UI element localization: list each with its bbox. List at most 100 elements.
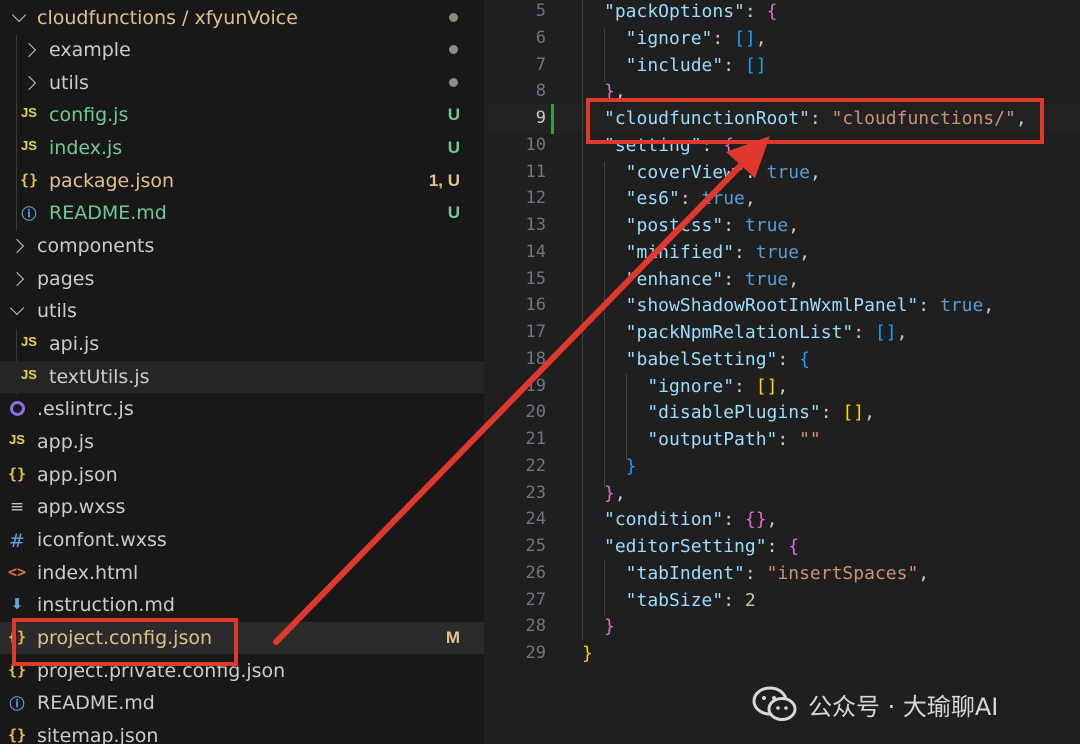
code-line: "ignore": [],: [604, 28, 767, 49]
javascript-file-icon: JS: [21, 105, 37, 120]
code-token: []: [874, 322, 897, 343]
chevron-right-icon: [9, 238, 25, 254]
code-line: "outputPath": "": [604, 429, 821, 450]
code-token: ,: [755, 27, 767, 49]
tree-item-utils[interactable]: utils: [0, 295, 484, 327]
code-token: :: [734, 241, 756, 263]
tree-item-index-html[interactable]: <> index.html: [0, 557, 484, 589]
tree-item-label: .eslintrc.js: [37, 398, 134, 420]
code-token: :: [766, 536, 789, 557]
tree-item-app-json[interactable]: {} app.json: [0, 459, 484, 491]
code-line: "condition": {},: [604, 509, 777, 530]
git-status-badge: U: [447, 138, 460, 157]
code-token: ,: [614, 482, 626, 504]
tree-item-label: index.html: [37, 562, 139, 584]
code-token: :: [723, 589, 745, 611]
line-number: 14: [525, 241, 546, 262]
tree-item-readme-md[interactable]: ⓘ README.md: [0, 687, 484, 719]
code-token: "enhance": [604, 268, 724, 290]
tree-item-components[interactable]: components: [0, 230, 484, 262]
tree-item-api-js[interactable]: JS api.js: [0, 328, 484, 360]
tree-item-label: README.md: [37, 692, 155, 714]
info-icon: ⓘ: [21, 205, 37, 223]
info-icon: ⓘ: [9, 695, 25, 713]
tree-item-config-js[interactable]: JS config.js U: [0, 99, 484, 131]
code-token: "": [799, 429, 821, 450]
tree-item-readme-md[interactable]: ⓘ README.md U: [0, 197, 484, 229]
tree-item-pages[interactable]: pages: [0, 263, 484, 295]
tree-item-label: utils: [49, 72, 89, 94]
tree-item-label: example: [49, 39, 131, 61]
json-file-icon: {}: [7, 726, 27, 744]
line-number: 18: [525, 348, 546, 369]
code-line: "disablePlugins": [],: [604, 402, 875, 423]
line-number: 5: [535, 1, 546, 21]
line-number: 19: [525, 375, 546, 396]
code-token: {: [799, 348, 810, 370]
code-line: },: [604, 483, 626, 504]
code-token: []: [842, 402, 865, 424]
tree-item-example[interactable]: example: [0, 34, 484, 66]
code-line: "packNpmRelationList": [],: [604, 322, 908, 343]
code-token: "outputPath": [604, 429, 778, 450]
code-line: }: [604, 616, 615, 637]
tree-item-label: cloudfunctions / xfyunVoice: [37, 7, 298, 29]
code-token: "condition": [604, 509, 724, 531]
code-token: true: [766, 161, 810, 183]
modified-line-marker: [551, 104, 554, 134]
tree-item-label: components: [37, 235, 155, 257]
code-token: ,: [766, 509, 778, 531]
code-token: :: [679, 188, 702, 210]
tree-item-package-json[interactable]: {} package.json 1, U: [0, 165, 484, 197]
wechat-icon: [752, 686, 797, 721]
tree-item-label: app.json: [37, 464, 118, 486]
tree-item-cloudfunctions-xfyunvoice[interactable]: cloudfunctions / xfyunVoice: [0, 2, 484, 34]
tree-item-label: api.js: [49, 333, 100, 355]
tree-item-eslintrc-js[interactable]: .eslintrc.js: [0, 393, 484, 425]
code-token: 2: [744, 589, 756, 611]
json-file-icon: {}: [19, 171, 39, 189]
tree-item-utils[interactable]: utils: [0, 67, 484, 99]
tree-item-label: pages: [37, 268, 95, 290]
code-token: "minified": [604, 241, 735, 263]
line-number: 15: [525, 268, 546, 289]
tree-item-label: config.js: [49, 104, 129, 126]
tree-item-index-js[interactable]: JS index.js U: [0, 132, 484, 164]
line-number: 22: [525, 455, 546, 476]
tree-item-sitemap-json[interactable]: {} sitemap.json: [0, 720, 484, 744]
chevron-right-icon: [21, 42, 37, 58]
code-token: ,: [788, 215, 800, 236]
code-token: true: [755, 241, 800, 263]
tree-item-app-js[interactable]: JS app.js: [0, 426, 484, 458]
code-line: "postcss": true,: [604, 215, 799, 236]
line-number: 11: [525, 161, 546, 182]
git-status-badge: 1, U: [428, 171, 460, 190]
tree-item-iconfont-wxss[interactable]: # iconfont.wxss: [0, 524, 484, 556]
tree-item-instruction-md[interactable]: ⬇ instruction.md: [0, 589, 484, 621]
indent-guide: [582, 0, 583, 640]
chevron-down-icon: [11, 7, 27, 23]
code-token: "showShadowRootInWxmlPanel": [604, 295, 919, 317]
modified-dot-indicator: [449, 45, 458, 54]
tree-item-label: package.json: [49, 170, 175, 192]
code-token: :: [777, 348, 800, 370]
line-number: 20: [525, 402, 546, 423]
code-token: "babelSetting": [604, 348, 778, 370]
code-token: {}: [744, 509, 767, 531]
tree-item-label: README.md: [49, 202, 167, 224]
code-token: "postcss": [604, 215, 724, 236]
code-token: "coverView": [604, 161, 745, 183]
code-token: :: [723, 54, 745, 76]
line-number: 13: [525, 215, 546, 235]
code-token: :: [744, 161, 767, 183]
code-token: :: [853, 322, 875, 343]
tree-item-app-wxss[interactable]: ≡ app.wxss: [0, 491, 484, 523]
line-number: 26: [525, 562, 546, 583]
markdown-download-icon: ⬇: [10, 595, 24, 613]
tree-item-textutils-js[interactable]: JS textUtils.js: [0, 361, 484, 393]
code-token: "tabSize": [604, 589, 724, 611]
code-line: }: [582, 643, 593, 664]
code-line: "ignore": [],: [604, 376, 788, 397]
code-line: "minified": true,: [604, 242, 810, 263]
text-file-icon: ≡: [9, 497, 25, 517]
